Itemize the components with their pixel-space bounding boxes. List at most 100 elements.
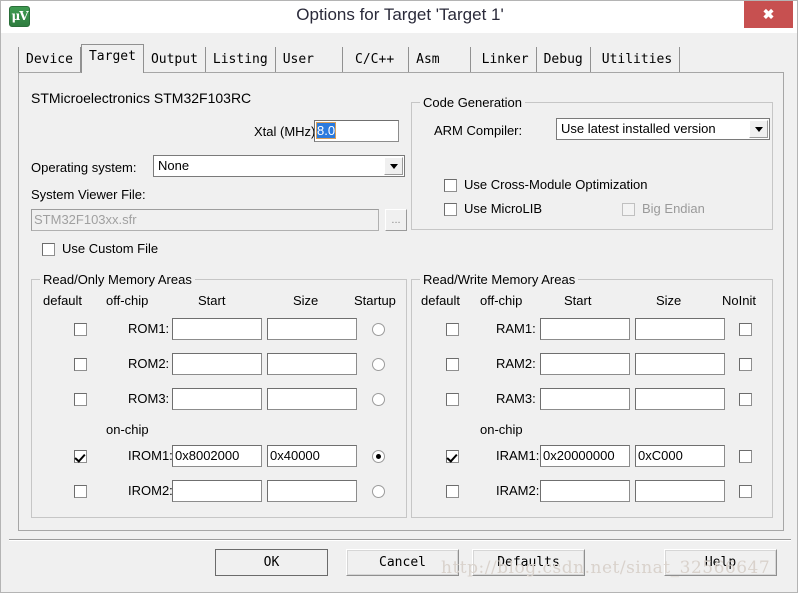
tab-debug[interactable]: Debug [536, 47, 591, 73]
ram3-start-input[interactable] [540, 388, 630, 410]
tab-output[interactable]: Output [143, 47, 206, 73]
irom1-size-input[interactable]: 0x40000 [267, 445, 357, 467]
ram1-default-checkbox[interactable] [446, 323, 459, 336]
chevron-down-icon[interactable] [749, 120, 768, 138]
ram1-start-input[interactable] [540, 318, 630, 340]
rom1-label: ROM1: [128, 321, 170, 336]
ram1-size-input[interactable] [635, 318, 725, 340]
rom2-default-checkbox[interactable] [74, 358, 87, 371]
rom-header-default: default [43, 293, 83, 308]
rom2-label: ROM2: [128, 356, 170, 371]
chevron-down-icon[interactable] [384, 157, 403, 175]
tab-asm[interactable]: Asm [409, 47, 471, 73]
irom2-label: IROM2: [128, 483, 173, 498]
use-custom-file-checkbox[interactable] [42, 243, 55, 256]
xtal-input[interactable]: 8.0 [314, 120, 399, 142]
target-tab-page: STMicroelectronics STM32F103RC Xtal (MHz… [18, 72, 784, 531]
ok-button[interactable]: OK [215, 549, 328, 576]
cross-module-optimization-checkbox[interactable] [444, 179, 457, 192]
iram2-start-input[interactable] [540, 480, 630, 502]
ram-onchip-label: on-chip [480, 422, 523, 437]
help-button[interactable]: Help [664, 549, 777, 576]
window-title: Options for Target 'Target 1' [296, 5, 504, 24]
operating-system-select[interactable]: None [153, 155, 405, 177]
read-only-memory-group: Read/Only Memory Areas default off-chip … [31, 272, 407, 518]
arm-compiler-label: ARM Compiler: [434, 123, 523, 138]
ram1-noinit-checkbox[interactable] [739, 323, 752, 336]
ram3-noinit-checkbox[interactable] [739, 393, 752, 406]
tab-utilities[interactable]: Utilities [590, 47, 681, 73]
rom3-default-checkbox[interactable] [74, 393, 87, 406]
rom-header-startup: Startup [354, 293, 396, 308]
cancel-button[interactable]: Cancel [346, 549, 459, 576]
irom1-startup-radio[interactable] [372, 450, 385, 463]
rom1-start-input[interactable] [172, 318, 262, 340]
ram-header-noinit: NoInit [722, 293, 756, 308]
iram1-size-value: 0xC000 [638, 448, 683, 463]
tab-linker[interactable]: Linker [470, 47, 537, 73]
rom-onchip-label: on-chip [106, 422, 149, 437]
close-button[interactable]: ✖ [744, 1, 793, 28]
close-icon: ✖ [762, 6, 775, 22]
ram3-label: RAM3: [496, 391, 536, 406]
tab-cpp[interactable]: C/C++ [343, 47, 410, 73]
irom2-startup-radio[interactable] [372, 485, 385, 498]
tab-listing[interactable]: Listing [205, 47, 276, 73]
use-custom-file-label: Use Custom File [62, 241, 159, 256]
iram1-start-value: 0x20000000 [543, 448, 615, 463]
ram1-label: RAM1: [496, 321, 536, 336]
irom2-default-checkbox[interactable] [74, 485, 87, 498]
rom3-size-input[interactable] [267, 388, 357, 410]
tab-device[interactable]: Device [18, 47, 81, 73]
big-endian-label: Big Endian [642, 201, 705, 216]
ram2-noinit-checkbox[interactable] [739, 358, 752, 371]
rom1-default-checkbox[interactable] [74, 323, 87, 336]
rom-header-offchip: off-chip [106, 293, 149, 308]
rom2-start-input[interactable] [172, 353, 262, 375]
irom1-default-checkbox[interactable] [74, 450, 87, 463]
iram1-start-input[interactable]: 0x20000000 [540, 445, 630, 467]
iram2-default-checkbox[interactable] [446, 485, 459, 498]
ram-header-offchip: off-chip [480, 293, 523, 308]
irom2-size-input[interactable] [267, 480, 357, 502]
rom-header-start: Start [198, 293, 226, 308]
iram1-default-checkbox[interactable] [446, 450, 459, 463]
tab-target[interactable]: Target [80, 44, 144, 73]
ram3-size-input[interactable] [635, 388, 725, 410]
irom2-start-input[interactable] [172, 480, 262, 502]
ram-header-start: Start [564, 293, 592, 308]
iram1-noinit-checkbox[interactable] [739, 450, 752, 463]
iram2-noinit-checkbox[interactable] [739, 485, 752, 498]
iram1-label: IRAM1: [496, 448, 540, 463]
irom1-start-value: 0x8002000 [175, 448, 240, 463]
rom3-start-input[interactable] [172, 388, 262, 410]
tab-strip: Device Target Output Listing User C/C++ … [18, 44, 784, 73]
rom-header-size: Size [293, 293, 319, 308]
defaults-button[interactable]: Defaults [472, 549, 585, 576]
rom2-startup-radio[interactable] [372, 358, 385, 371]
arm-compiler-select[interactable]: Use latest installed version [556, 118, 770, 140]
system-viewer-input: STM32F103xx.sfr [31, 209, 379, 231]
iram1-size-input[interactable]: 0xC000 [635, 445, 725, 467]
iram2-size-input[interactable] [635, 480, 725, 502]
browse-button[interactable]: ... [385, 209, 407, 231]
code-generation-title: Code Generation [420, 95, 526, 110]
rom1-startup-radio[interactable] [372, 323, 385, 336]
ram3-default-checkbox[interactable] [446, 393, 459, 406]
tab-user[interactable]: User [275, 47, 344, 73]
ram2-default-checkbox[interactable] [446, 358, 459, 371]
read-only-memory-title: Read/Only Memory Areas [40, 272, 195, 287]
arm-compiler-value: Use latest installed version [561, 121, 716, 136]
rom2-size-input[interactable] [267, 353, 357, 375]
irom1-label: IROM1: [128, 448, 173, 463]
system-viewer-label: System Viewer File: [31, 187, 146, 202]
ram2-start-input[interactable] [540, 353, 630, 375]
ram2-size-input[interactable] [635, 353, 725, 375]
microlib-label: Use MicroLIB [464, 201, 543, 216]
xtal-value: 8.0 [315, 122, 337, 139]
irom1-start-input[interactable]: 0x8002000 [172, 445, 262, 467]
ram2-label: RAM2: [496, 356, 536, 371]
rom1-size-input[interactable] [267, 318, 357, 340]
microlib-checkbox[interactable] [444, 203, 457, 216]
rom3-startup-radio[interactable] [372, 393, 385, 406]
